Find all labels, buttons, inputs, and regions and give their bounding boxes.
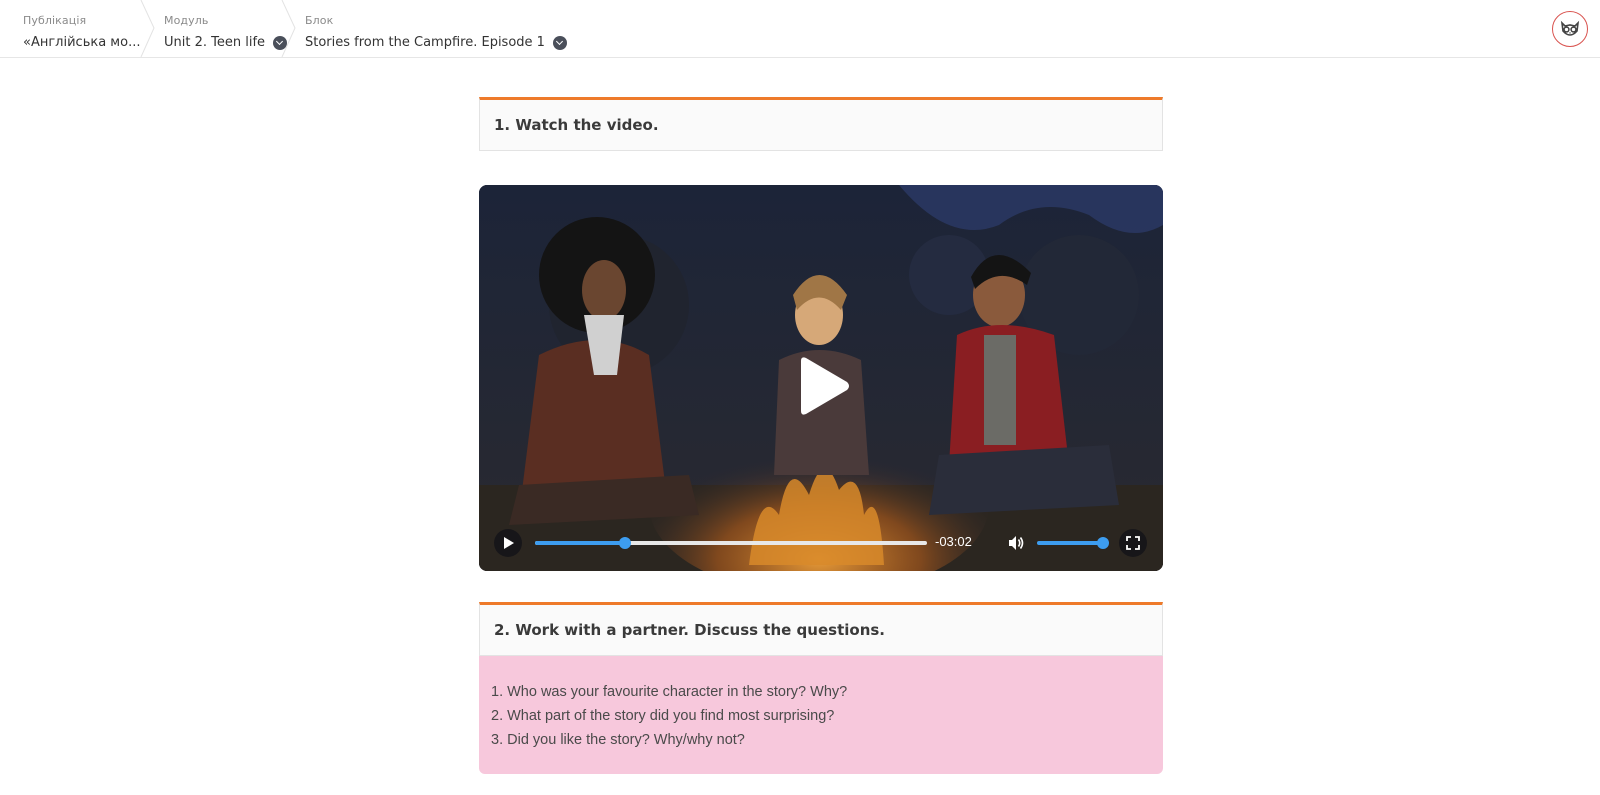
video-controls: -03:02 [479,515,1163,571]
progress-fill [535,541,626,545]
breadcrumb-caption: Блок [305,14,334,27]
questions-panel: 1. Who was your favourite character in t… [479,656,1163,774]
list-item: 3. Did you like the story? Why/why not? [491,732,745,748]
breadcrumb-value: Stories from the Campfire. Episode 1 [305,35,545,50]
volume-slider[interactable] [1037,537,1109,549]
progress-handle[interactable] [619,537,632,549]
breadcrumb-caption: Модуль [164,14,209,27]
owl-avatar-icon[interactable] [1552,11,1588,47]
list-item: 1. Who was your favourite character in t… [491,684,848,700]
play-button[interactable] [494,529,522,557]
fullscreen-icon[interactable] [1119,529,1147,557]
task-header: 1. Watch the video. [479,97,1163,151]
time-remaining: -03:02 [935,534,972,549]
breadcrumb-block[interactable]: Блок Stories from the Campfire. Episode … [305,0,567,57]
questions-list: 1. Who was your favourite character in t… [491,680,1151,752]
play-icon[interactable] [793,355,851,417]
breadcrumb-separator [140,0,156,57]
list-item: 2. What part of the story did you find m… [491,708,835,724]
breadcrumb-value: Unit 2. Teen life [164,35,266,50]
breadcrumb-value: «Англійська мо... [23,35,141,50]
chevron-down-icon[interactable] [552,35,567,50]
video-player[interactable]: -03:02 [479,185,1163,571]
volume-handle[interactable] [1097,537,1109,549]
breadcrumb-caption: Публікація [23,14,87,27]
breadcrumb-module[interactable]: Модуль Unit 2. Teen life [164,0,288,57]
breadcrumb-separator [281,0,297,57]
task-header: 2. Work with a partner. Discuss the ques… [479,602,1163,656]
breadcrumb-publication[interactable]: Публікація «Англійська мо... [23,0,143,57]
volume-icon[interactable] [1001,529,1029,557]
progress-slider[interactable] [535,537,927,549]
breadcrumb: Публікація «Англійська мо... Модуль Unit… [0,0,1600,58]
